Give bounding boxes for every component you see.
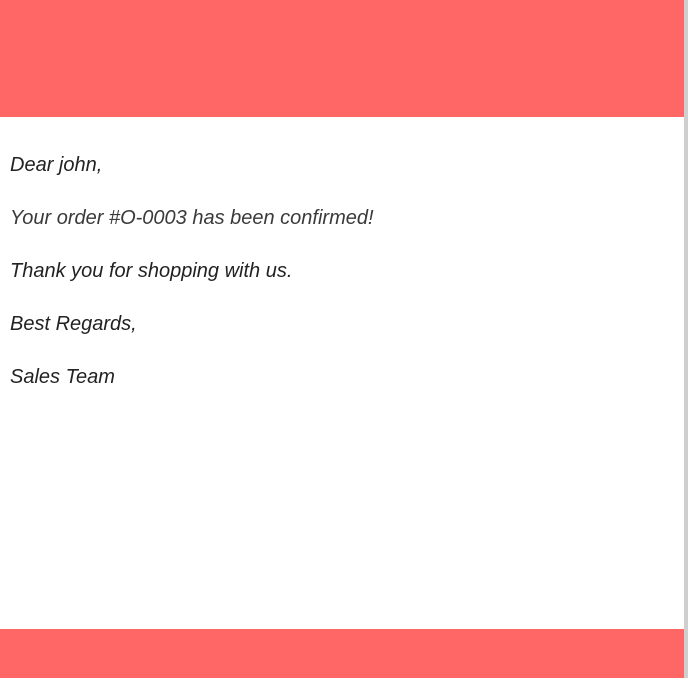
greeting-text: Dear john, [10,154,103,176]
order-confirmation-text: Your order #O-0003 has been confirmed! [10,207,374,229]
thank-you-text: Thank you for shopping with us. [10,260,293,282]
email-page: Dear john, Your order #O-0003 has been c… [0,0,688,678]
signature-text: Sales Team [10,366,115,388]
closing-text: Best Regards, [10,313,137,335]
email-body: Dear john, Your order #O-0003 has been c… [0,117,684,629]
scrollbar-track[interactable] [684,0,688,678]
email-footer-band [0,629,684,678]
email-header-band [0,0,684,117]
